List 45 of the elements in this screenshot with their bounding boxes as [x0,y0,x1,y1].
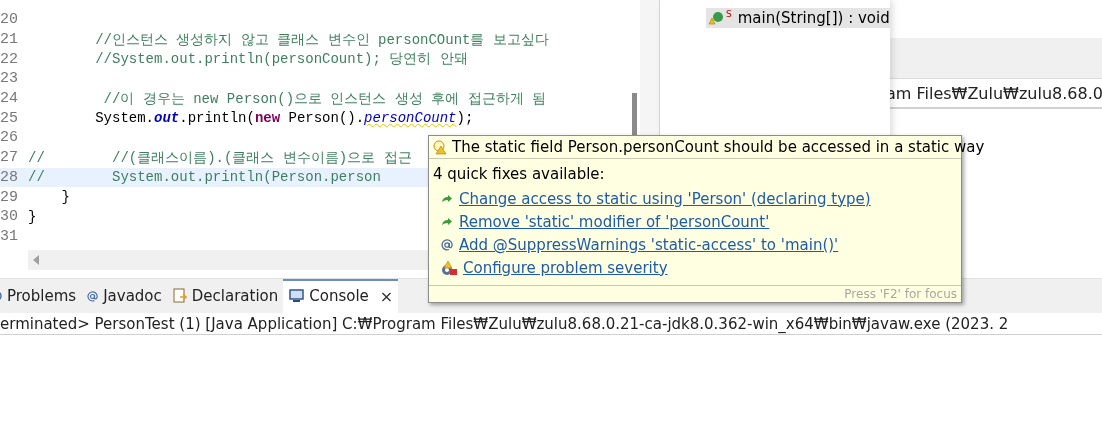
monitor-icon [289,289,305,303]
line-number: 24 [0,90,19,108]
line-number: 20 [0,11,19,29]
scroll-left-icon[interactable] [32,255,40,265]
quick-fix-count: 4 quick fixes available: [433,165,605,183]
line-number: 28 [0,168,19,186]
line-number: 31 [0,227,19,245]
code-line: // System.out.println(Person.person [28,169,381,186]
code-line: //인스턴스 생성하지 않고 클래스 변수인 personCOunt를 보고싶다 [94,30,549,49]
code-line: System.out.println(new Person().personCount); [94,110,474,127]
line-number: 25 [0,109,19,127]
code-line: //이 경우는 new Person()으로 인스턴스 생성 후에 접근하게 됨 [102,89,547,108]
problem-message: The static field Person.personCount should be accessed in a static way [452,138,985,156]
view-tab[interactable]: Declaration [166,279,284,313]
view-tab[interactable]: Problems [0,279,82,313]
line-number: 23 [0,70,19,88]
at-icon [441,238,453,251]
outline-item[interactable]: S main(String[]) : void [706,8,890,28]
line-number: 27 [0,149,19,167]
quick-fix-link[interactable]: Change access to static using 'Person' (declaring type) [459,189,871,208]
code-line: // //(클래스이름).(클래스 변수이름)으로 접근 [28,148,412,167]
arrow-icon [441,193,453,204]
line-number: 30 [0,208,19,226]
line-number: 21 [0,31,19,49]
document-icon [172,288,187,304]
code-line: } [28,208,37,225]
quick-fix-link[interactable]: Add @SuppressWarnings 'static-access' to 'main()' [459,235,839,254]
code-line: } [60,189,70,206]
quick-fix-link[interactable]: Remove 'static' modifier of 'personCount' [459,212,770,231]
line-number: 26 [0,129,19,147]
code-line: //System.out.println(personCount); 당연히 안돼 [94,50,468,69]
arrow-icon [441,216,453,227]
console-header: erminated> PersonTest (1) [Java Application] C:₩Program Files₩Zulu₩zulu8.68.0.21-ca-jdk8.0.362-win_x64₩bin₩javaw.exe (2023. 2 [0,314,1009,333]
gear-icon [441,259,457,276]
at-icon [87,290,99,302]
method-icon [708,11,724,25]
line-number: 29 [0,188,19,206]
focus-hint: Press 'F2' for focus [844,287,957,301]
close-icon[interactable]: × [379,286,394,306]
quick-fix-link[interactable]: Configure problem severity [463,258,668,277]
line-number: 22 [0,50,19,68]
warning-icon [433,139,449,155]
view-tab[interactable]: Javadoc [81,279,167,313]
static-marker: S [726,9,732,19]
view-tab[interactable]: Console × [283,279,399,313]
